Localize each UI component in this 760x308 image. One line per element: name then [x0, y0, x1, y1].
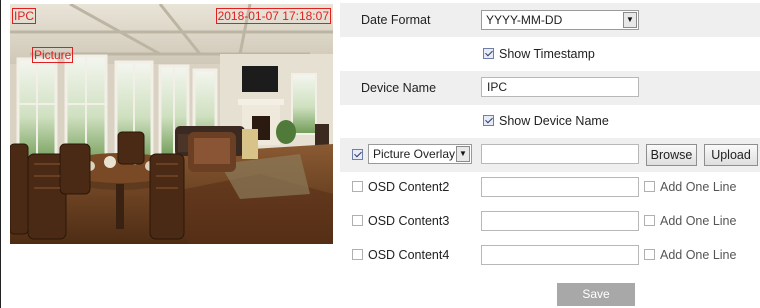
- osd-content2-add-line-checkbox[interactable]: [644, 181, 655, 192]
- picture-overlay-checkbox[interactable]: [352, 149, 363, 160]
- osd-content3-checkbox[interactable]: [352, 215, 363, 226]
- upload-button[interactable]: Upload: [704, 144, 758, 166]
- osd-content3-add-line-label: Add One Line: [660, 214, 737, 228]
- show-timestamp-row: Show Timestamp: [340, 37, 760, 71]
- camera-preview[interactable]: IPC 2018-01-07 17:18:07 Picture: [10, 4, 333, 244]
- osd-content4-input[interactable]: [481, 245, 639, 265]
- osd-content2-input[interactable]: [481, 177, 639, 197]
- osd-content4-row: OSD Content4 Add One Line: [340, 238, 760, 272]
- picture-path-input[interactable]: [481, 144, 639, 164]
- date-format-label: Date Format: [361, 13, 431, 27]
- date-format-select[interactable]: YYYY-MM-DD ▼: [481, 10, 639, 30]
- osd-content4-checkbox[interactable]: [352, 249, 363, 260]
- show-device-name-checkbox[interactable]: [483, 115, 494, 126]
- osd-device-name-overlay[interactable]: IPC: [12, 8, 37, 24]
- chevron-down-icon[interactable]: ▼: [623, 12, 637, 28]
- save-button[interactable]: Save: [557, 283, 635, 306]
- osd-content3-add-line-checkbox[interactable]: [644, 215, 655, 226]
- left-frame-border: [0, 0, 1, 308]
- overlay-type-select[interactable]: Picture Overlay ▼: [368, 144, 472, 164]
- device-name-label: Device Name: [361, 81, 437, 95]
- date-format-row: Date Format YYYY-MM-DD ▼: [340, 3, 760, 37]
- chevron-down-icon[interactable]: ▼: [456, 146, 470, 162]
- osd-content3-label: OSD Content3: [368, 214, 450, 228]
- osd-content2-row: OSD Content2 Add One Line: [340, 170, 760, 204]
- overlay-type-value: Picture Overlay: [373, 147, 456, 161]
- browse-button[interactable]: Browse: [646, 144, 697, 166]
- osd-content4-add-line-label: Add One Line: [660, 248, 737, 262]
- osd-content2-label: OSD Content2: [368, 180, 450, 194]
- picture-overlay-row: Picture Overlay ▼ Browse Upload: [340, 138, 760, 172]
- device-name-row: Device Name IPC: [340, 71, 760, 105]
- show-timestamp-label: Show Timestamp: [499, 47, 595, 61]
- osd-content3-row: OSD Content3 Add One Line: [340, 204, 760, 238]
- osd-timestamp-overlay[interactable]: 2018-01-07 17:18:07: [215, 8, 331, 24]
- osd-content4-label: OSD Content4: [368, 248, 450, 262]
- date-format-value: YYYY-MM-DD: [486, 13, 563, 27]
- osd-picture-overlay[interactable]: Picture: [32, 47, 74, 63]
- device-name-input[interactable]: IPC: [481, 77, 639, 97]
- show-device-name-row: Show Device Name: [340, 104, 760, 138]
- show-device-name-label: Show Device Name: [499, 114, 609, 128]
- osd-content2-add-line-label: Add One Line: [660, 180, 737, 194]
- room-scene-image: [10, 4, 333, 244]
- osd-content2-checkbox[interactable]: [352, 181, 363, 192]
- osd-content4-add-line-checkbox[interactable]: [644, 249, 655, 260]
- show-timestamp-checkbox[interactable]: [483, 48, 494, 59]
- osd-content3-input[interactable]: [481, 211, 639, 231]
